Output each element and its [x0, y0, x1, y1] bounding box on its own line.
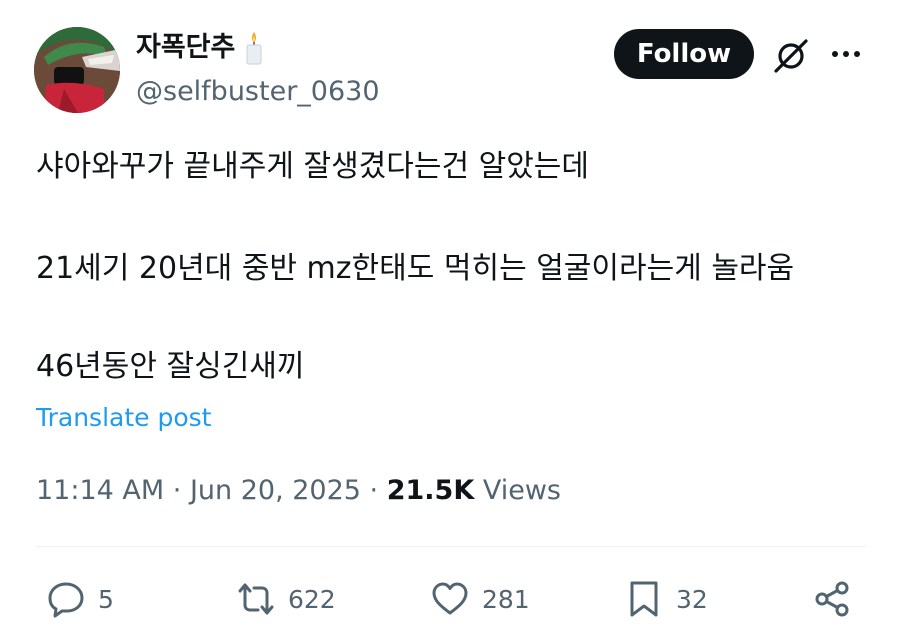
tweet-time[interactable]: 11:14 AM [36, 475, 164, 506]
divider [36, 546, 866, 547]
tweet-line-1: 샤아와꾸가 끝내주게 잘생겼다는건 알았는데 [36, 149, 590, 184]
like-count: 281 [482, 584, 530, 614]
share-button[interactable] [812, 577, 852, 621]
meta-separator: · [172, 475, 190, 506]
bookmark-icon [630, 581, 658, 617]
author-handle[interactable]: @selfbuster_0630 [136, 74, 380, 110]
tweet-meta: 11:14 AM · Jun 20, 2025 · 21.5K Views [36, 474, 561, 508]
follow-button[interactable]: Follow [614, 29, 754, 79]
share-icon [815, 581, 849, 617]
like-button[interactable]: 281 [430, 577, 530, 621]
views-count: 21.5K [386, 475, 475, 506]
tweet-date[interactable]: Jun 20, 2025 [190, 475, 361, 506]
tweet-line-2: 21세기 20년대 중반 mz한태도 먹히는 얼굴이라는게 놀라움 [36, 251, 795, 286]
candle-emoji-icon [246, 32, 262, 65]
views-label: Views [482, 475, 561, 506]
tweet-line-3: 46년동안 잘싱긴새끼 [36, 349, 305, 384]
translate-post-link[interactable]: Translate post [36, 402, 211, 434]
repost-count: 622 [288, 584, 336, 614]
bookmark-count: 32 [676, 584, 708, 614]
meta-separator: · [369, 475, 387, 506]
more-icon[interactable] [828, 40, 864, 68]
repost-button[interactable]: 622 [236, 577, 336, 621]
like-icon [432, 582, 468, 615]
avatar[interactable] [34, 27, 120, 113]
bookmark-button[interactable]: 32 [624, 577, 708, 621]
reply-icon [48, 582, 84, 618]
repost-icon [238, 583, 274, 615]
display-name-text[interactable]: 자폭단추 [136, 30, 235, 66]
author-display-name[interactable]: 자폭단추 [136, 30, 265, 66]
grok-icon[interactable] [772, 37, 810, 75]
reply-count: 5 [98, 584, 114, 614]
reply-button[interactable]: 5 [46, 577, 114, 621]
